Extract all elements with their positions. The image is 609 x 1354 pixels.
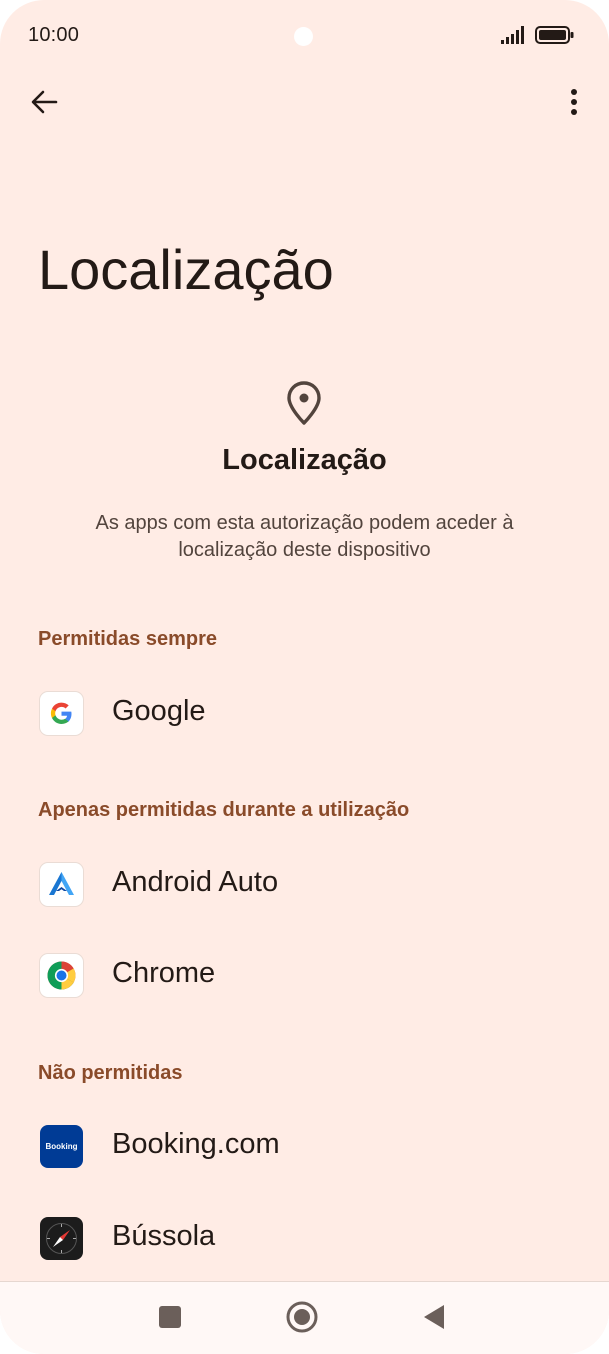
screen: 10:00 Localização Localização As apps co… — [0, 0, 609, 1354]
app-name: Google — [112, 695, 206, 727]
more-options-button[interactable] — [556, 82, 592, 122]
app-row-chrome[interactable]: Chrome — [0, 935, 609, 1015]
android-auto-icon — [40, 863, 83, 906]
back-nav-button[interactable] — [414, 1297, 454, 1337]
app-row-booking[interactable]: Booking Booking.com — [0, 1106, 609, 1186]
section-header-not-allowed: Não permitidas — [38, 1062, 183, 1084]
section-header-while-in-use: Apenas permitidas durante a utilização — [38, 799, 410, 821]
signal-icon — [501, 26, 524, 44]
app-name: Booking.com — [112, 1128, 280, 1160]
back-button[interactable] — [24, 82, 64, 122]
booking-icon: Booking — [40, 1125, 83, 1168]
hero-description: As apps com esta autorização podem acede… — [95, 512, 514, 561]
battery-icon — [535, 26, 574, 44]
square-icon — [159, 1306, 181, 1328]
more-vert-icon — [571, 89, 577, 115]
recents-button[interactable] — [150, 1297, 190, 1337]
app-row-google[interactable]: Google — [0, 673, 609, 753]
triangle-back-icon — [424, 1305, 444, 1329]
compass-icon — [40, 1217, 83, 1260]
front-camera — [294, 27, 313, 46]
app-row-compass[interactable]: Bússola — [0, 1198, 609, 1278]
arrow-left-icon — [31, 90, 58, 114]
app-row-android-auto[interactable]: Android Auto — [0, 844, 609, 924]
booking-icon-text: Booking — [45, 1142, 78, 1151]
hero-title: Localização — [222, 444, 387, 476]
home-circle-icon — [286, 1301, 318, 1333]
app-name: Chrome — [112, 957, 216, 989]
location-pin-icon — [287, 381, 321, 425]
navigation-bar — [0, 1281, 609, 1354]
section-header-allowed-always: Permitidas sempre — [38, 628, 217, 650]
chrome-icon — [40, 954, 83, 997]
app-name: Bússola — [112, 1220, 216, 1252]
google-icon — [40, 692, 83, 735]
home-button[interactable] — [282, 1297, 322, 1337]
page-title: Localização — [38, 238, 334, 301]
app-name: Android Auto — [112, 866, 279, 898]
status-time: 10:00 — [28, 24, 80, 46]
status-bar: 10:00 — [0, 0, 609, 70]
